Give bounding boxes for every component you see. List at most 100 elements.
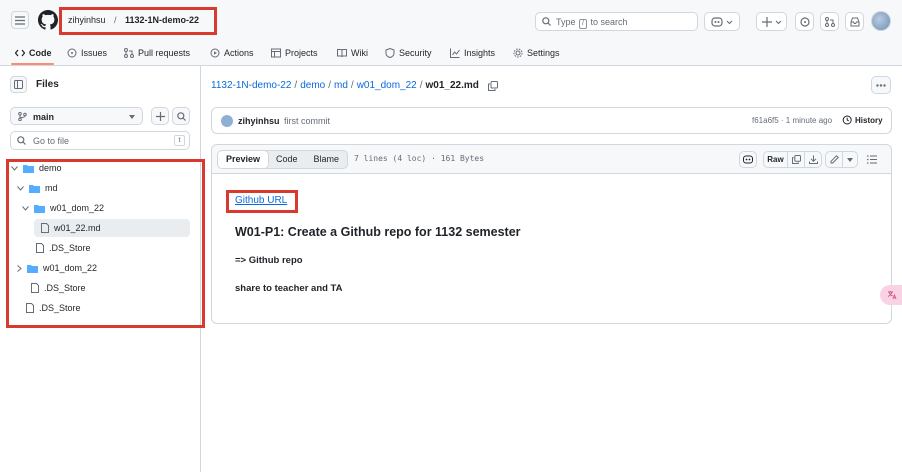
folder-icon	[27, 264, 38, 273]
add-file-button[interactable]	[151, 107, 169, 125]
file-icon	[31, 283, 39, 293]
download-button[interactable]	[804, 151, 822, 168]
tree-folder-demo[interactable]: demo	[11, 159, 62, 177]
pull-request-icon	[824, 16, 835, 27]
copilot-button[interactable]	[704, 12, 740, 31]
file-icon	[41, 223, 49, 233]
copy-raw-button[interactable]	[787, 151, 805, 168]
tab-actions[interactable]: Actions	[210, 45, 254, 61]
tab-pull-requests[interactable]: Pull requests	[124, 45, 190, 61]
tree-label: w01_22.md	[54, 223, 101, 233]
plus-icon	[155, 111, 165, 121]
create-new-button[interactable]	[756, 12, 787, 31]
history-icon	[842, 115, 852, 125]
tree-label: w01_dom_22	[50, 203, 105, 213]
tree-file-ds-store[interactable]: .DS_Store	[31, 279, 86, 297]
commit-author[interactable]: zihyinhsu	[238, 116, 280, 126]
tree-file-ds-store[interactable]: .DS_Store	[36, 239, 91, 257]
branch-selector[interactable]: main	[10, 107, 143, 125]
tree-label: demo	[39, 163, 62, 173]
folder-open-icon	[29, 184, 40, 193]
search-icon	[17, 136, 26, 145]
translate-extension-icon[interactable]	[880, 285, 902, 305]
folder-open-icon	[34, 204, 45, 213]
files-title: Files	[36, 79, 59, 90]
breadcrumb-demo-link[interactable]: demo	[300, 80, 325, 91]
user-avatar[interactable]	[871, 11, 891, 31]
tab-blame[interactable]: Blame	[306, 151, 348, 168]
edit-button[interactable]	[825, 151, 843, 168]
search-placeholder: Type / to search	[556, 17, 628, 29]
tab-settings[interactable]: Settings	[513, 45, 560, 61]
search-files-button[interactable]	[172, 107, 190, 125]
search-box[interactable]: Type / to search	[535, 12, 698, 31]
chevron-down-icon	[17, 185, 24, 191]
history-button[interactable]: History	[842, 115, 883, 125]
code-icon	[15, 49, 25, 57]
outline-button[interactable]	[867, 155, 877, 164]
issues-button[interactable]	[795, 12, 814, 31]
branch-name: main	[33, 112, 55, 122]
tree-file-w01-22-md[interactable]: w01_22.md	[34, 219, 190, 237]
tree-label: .DS_Store	[44, 283, 86, 293]
tab-security[interactable]: Security	[385, 45, 432, 61]
commit-meta[interactable]: f61a6f5 · 1 minute ago	[752, 116, 832, 125]
file-header: Preview Code Blame 7 lines (4 loc) · 161…	[212, 145, 891, 174]
list-unordered-icon	[867, 155, 877, 164]
search-icon	[542, 17, 551, 26]
tab-wiki[interactable]: Wiki	[337, 45, 368, 61]
branch-icon	[18, 112, 27, 121]
copilot-file-button[interactable]	[739, 151, 757, 168]
commit-author-avatar[interactable]	[221, 115, 233, 127]
tab-insights[interactable]: Insights	[450, 45, 495, 61]
active-tab-indicator	[11, 63, 54, 65]
go-to-file-shortcut: t	[174, 135, 185, 146]
chevron-down-icon	[11, 165, 18, 171]
menu-icon	[15, 15, 25, 25]
copilot-icon	[743, 155, 753, 164]
github-url-link[interactable]: Github URL	[235, 195, 287, 206]
search-icon	[176, 111, 186, 121]
tree-folder-w01-dom-22-collapsed[interactable]: w01_dom_22	[17, 259, 97, 277]
graph-icon	[450, 48, 460, 58]
tab-issues[interactable]: Issues	[67, 45, 107, 61]
view-mode-switch: Preview Code Blame	[217, 150, 349, 169]
tree-folder-w01-dom-22[interactable]: w01_dom_22	[22, 199, 104, 217]
tree-label: .DS_Store	[39, 303, 81, 313]
repo-link[interactable]: 1132-1N-demo-22	[125, 15, 199, 25]
issue-icon	[67, 48, 77, 58]
copy-path-icon[interactable]	[487, 80, 498, 91]
tree-folder-md[interactable]: md	[17, 179, 58, 197]
inbox-button[interactable]	[845, 12, 864, 31]
breadcrumb-repo-link[interactable]: 1132-1N-demo-22	[211, 80, 291, 91]
issue-icon	[799, 16, 810, 27]
download-icon	[808, 155, 818, 164]
raw-button[interactable]: Raw	[763, 151, 788, 168]
tab-code[interactable]: Code	[15, 45, 52, 61]
commit-message[interactable]: first commit	[284, 116, 330, 126]
pull-requests-button[interactable]	[820, 12, 839, 31]
collapse-sidebar-button[interactable]	[10, 76, 27, 93]
latest-commit-bar: zihyinhsu first commit f61a6f5 · 1 minut…	[211, 107, 892, 134]
go-to-file-placeholder: Go to file	[33, 136, 70, 146]
owner-link[interactable]: zihyinhsu	[68, 15, 106, 25]
breadcrumb-md-link[interactable]: md	[334, 80, 348, 91]
github-logo-icon[interactable]	[38, 10, 58, 30]
breadcrumb-folder-link[interactable]: w01_dom_22	[357, 80, 417, 91]
file-tree-sidebar: Files main Go to file t demo md w01_dom_…	[0, 66, 205, 472]
shield-icon	[385, 48, 395, 58]
more-options-button[interactable]	[871, 76, 891, 94]
chevron-right-icon	[17, 264, 22, 272]
breadcrumb: 1132-1N-demo-22 / demo / md / w01_dom_22…	[211, 80, 498, 91]
file-icon	[26, 303, 34, 313]
tab-preview[interactable]: Preview	[218, 151, 270, 168]
copilot-icon	[711, 16, 733, 27]
tab-projects[interactable]: Projects	[271, 45, 318, 61]
tab-code-view[interactable]: Code	[268, 151, 306, 168]
tree-file-ds-store[interactable]: .DS_Store	[26, 299, 81, 317]
plus-icon	[761, 16, 781, 27]
edit-dropdown-button[interactable]	[842, 151, 858, 168]
hamburger-menu-button[interactable]	[11, 11, 29, 29]
copy-icon	[791, 155, 801, 164]
go-to-file-input[interactable]: Go to file t	[10, 131, 190, 150]
